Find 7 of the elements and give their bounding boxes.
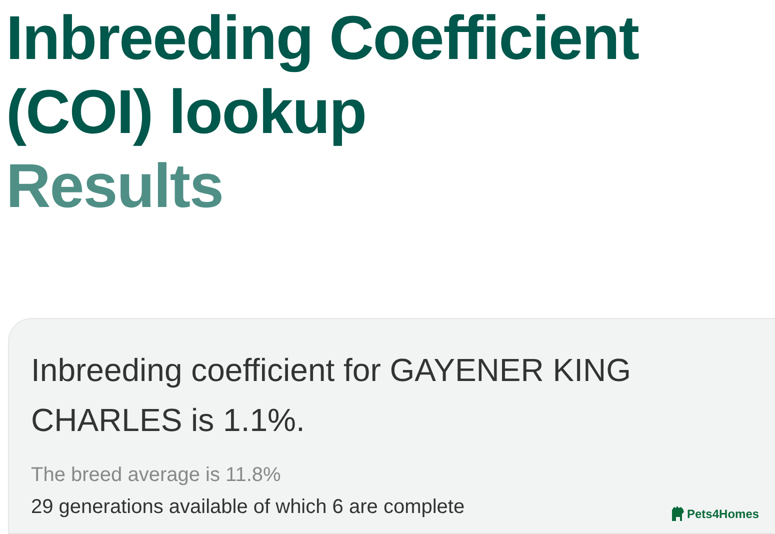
brand-logo: Pets4Homes	[687, 507, 760, 521]
result-statement: Inbreeding coefficient for GAYENER KING CHARLES is 1.1%.	[31, 351, 632, 440]
page-title: Inbreeding Coefficient	[6, 3, 640, 75]
breed-average: The breed average is 11.8%	[31, 463, 281, 488]
page-title: (COI) lookup	[6, 77, 367, 149]
results-heading: Results	[6, 151, 224, 223]
generations-info: 29 generations available of which 6 are complete	[31, 495, 465, 520]
